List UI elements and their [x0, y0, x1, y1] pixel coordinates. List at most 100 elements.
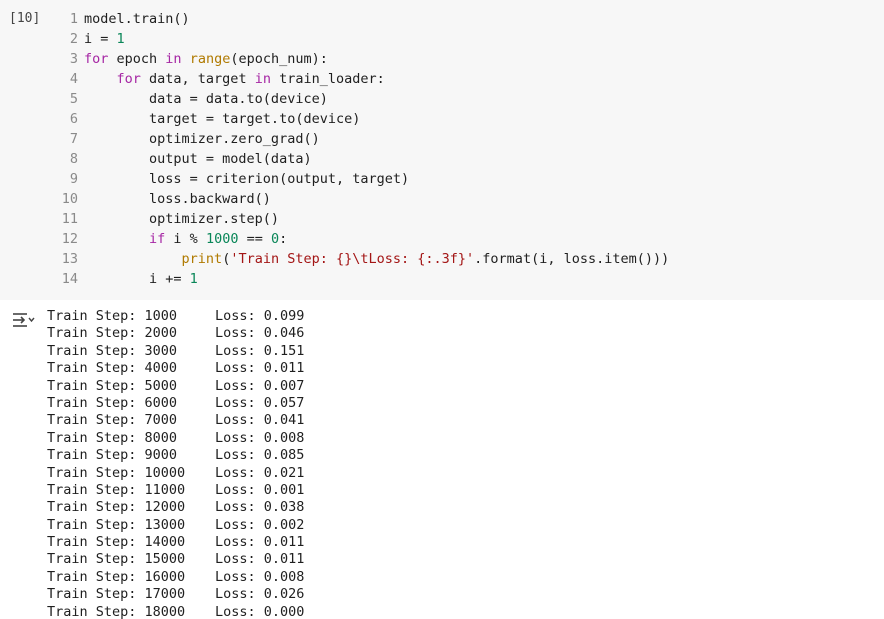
- code-line: 5 data = data.to(device): [54, 89, 669, 109]
- output-text: Train Step: 1000 Loss: 0.099 Train Step: 2…: [47, 308, 304, 619]
- train-step-text: Train Step: 5000: [47, 377, 178, 394]
- loss-text: Loss: 0.008: [215, 568, 305, 585]
- loss-text: Loss: 0.085: [215, 447, 305, 464]
- code-line: 11 optimizer.step(): [54, 209, 669, 229]
- train-step-text: Train Step: 3000: [47, 342, 178, 359]
- code-text: i = 1: [84, 31, 125, 47]
- code-text: data = data.to(device): [84, 91, 328, 107]
- code-line: 14 i += 1: [54, 269, 669, 289]
- loss-text: Loss: 0.038: [215, 499, 305, 516]
- output-line: Train Step: 11000 Loss: 0.001: [47, 482, 304, 499]
- output-line: Train Step: 3000 Loss: 0.151: [47, 343, 304, 360]
- output-line: Train Step: 9000 Loss: 0.085: [47, 447, 304, 464]
- line-number: 11: [61, 211, 78, 227]
- loss-text: Loss: 0.099: [215, 308, 305, 324]
- code-text: if i % 1000 == 0:: [149, 231, 288, 247]
- code-line: 12 if i % 1000 == 0:: [54, 229, 669, 249]
- code-editor[interactable]: [10] 1 model.train() 2 i = 1 3 for epoch in r…: [0, 0, 884, 300]
- line-number: 4: [69, 71, 78, 87]
- line-number: 2: [69, 31, 78, 47]
- output-line: Train Step: 16000 Loss: 0.008: [47, 569, 304, 586]
- code-line: 9 loss = criterion(output, target): [54, 169, 669, 189]
- loss-text: Loss: 0.007: [215, 377, 305, 394]
- code-line: 1 model.train(): [54, 9, 669, 29]
- code-line: 8 output = model(data): [54, 149, 669, 169]
- output-line: Train Step: 12000 Loss: 0.038: [47, 499, 304, 516]
- output-line: Train Step: 10000 Loss: 0.021: [47, 465, 304, 482]
- line-number: 7: [69, 131, 78, 147]
- train-step-text: Train Step: 8000: [47, 429, 178, 446]
- code-line: 10 loss.backward(): [54, 189, 669, 209]
- code-text: for epoch in range(epoch_num):: [84, 51, 328, 67]
- code-text: target = target.to(device): [84, 111, 361, 127]
- output-line: Train Step: 1000 Loss: 0.099: [47, 308, 304, 325]
- code-text: loss.backward(): [84, 191, 271, 207]
- output-toggle-icon[interactable]: [11, 310, 35, 332]
- train-step-text: Train Step: 9000: [47, 447, 178, 464]
- code-line: 3 for epoch in range(epoch_num):: [54, 49, 669, 69]
- output-line: Train Step: 7000 Loss: 0.041: [47, 412, 304, 429]
- train-step-text: Train Step: 17000: [47, 586, 186, 603]
- cell-output: Train Step: 1000 Loss: 0.099 Train Step: 2…: [0, 300, 884, 619]
- train-step-text: Train Step: 12000: [47, 499, 186, 516]
- output-line: Train Step: 18000 Loss: 0.000: [47, 604, 304, 619]
- train-step-text: Train Step: 18000: [47, 603, 186, 619]
- loss-text: Loss: 0.041: [215, 412, 305, 429]
- code-text: print('Train Step: {}\tLoss: {:.3f}'.for…: [181, 251, 670, 267]
- notebook-cell: [10] 1 model.train() 2 i = 1 3 for epoch in r…: [0, 0, 884, 619]
- code-lines: 1 model.train() 2 i = 1 3 for epoch in range(…: [54, 9, 670, 289]
- code-line: 2 i = 1: [54, 29, 669, 49]
- output-line: Train Step: 2000 Loss: 0.046: [47, 325, 304, 342]
- code-text: optimizer.step(): [84, 211, 280, 227]
- line-number: 8: [69, 151, 78, 167]
- line-number: 10: [61, 191, 78, 207]
- output-line: Train Step: 13000 Loss: 0.002: [47, 517, 304, 534]
- code-text: loss = criterion(output, target): [84, 171, 410, 187]
- code-text: i += 1: [84, 271, 198, 287]
- output-line: Train Step: 14000 Loss: 0.011: [47, 534, 304, 551]
- train-step-text: Train Step: 4000: [47, 360, 178, 377]
- train-step-text: Train Step: 11000: [47, 481, 186, 498]
- output-line: Train Step: 8000 Loss: 0.008: [47, 430, 304, 447]
- line-number: 9: [69, 171, 78, 187]
- train-step-text: Train Step: 1000: [47, 308, 178, 324]
- code-text: optimizer.zero_grad(): [84, 131, 320, 147]
- output-line: Train Step: 5000 Loss: 0.007: [47, 378, 304, 395]
- train-step-text: Train Step: 16000: [47, 568, 186, 585]
- loss-text: Loss: 0.000: [215, 603, 305, 619]
- loss-text: Loss: 0.011: [215, 534, 305, 551]
- line-number: 14: [61, 271, 78, 287]
- line-number: 3: [69, 51, 78, 67]
- code-line: 13 print('Train Step: {}\tLoss: {:.3f}'.…: [54, 249, 670, 269]
- train-step-text: Train Step: 15000: [47, 551, 186, 568]
- output-line: Train Step: 6000 Loss: 0.057: [47, 395, 304, 412]
- line-number: 12: [61, 231, 78, 247]
- code-text: for data, target in train_loader:: [116, 71, 385, 87]
- line-number: 13: [61, 251, 78, 267]
- train-step-text: Train Step: 2000: [47, 325, 178, 342]
- loss-text: Loss: 0.151: [215, 342, 305, 359]
- train-step-text: Train Step: 7000: [47, 412, 178, 429]
- loss-text: Loss: 0.001: [215, 481, 305, 498]
- line-number: 6: [69, 111, 78, 127]
- output-line: Train Step: 17000 Loss: 0.026: [47, 586, 304, 603]
- code-text: output = model(data): [84, 151, 312, 167]
- line-number: 5: [69, 91, 78, 107]
- loss-text: Loss: 0.021: [215, 464, 305, 481]
- output-line: Train Step: 4000 Loss: 0.011: [47, 360, 304, 377]
- code-line: 7 optimizer.zero_grad(): [54, 129, 669, 149]
- code-line: 4 for data, target in train_loader:: [54, 69, 669, 89]
- train-step-text: Train Step: 13000: [47, 516, 186, 533]
- loss-text: Loss: 0.026: [215, 586, 305, 603]
- loss-text: Loss: 0.008: [215, 429, 305, 446]
- code-text: model.train(): [84, 11, 190, 27]
- loss-text: Loss: 0.011: [215, 360, 305, 377]
- loss-text: Loss: 0.046: [215, 325, 305, 342]
- loss-text: Loss: 0.057: [215, 394, 305, 411]
- loss-text: Loss: 0.002: [215, 516, 305, 533]
- execution-count: [10]: [9, 11, 41, 26]
- train-step-text: Train Step: 6000: [47, 394, 178, 411]
- train-step-text: Train Step: 10000: [47, 464, 186, 481]
- output-line: Train Step: 15000 Loss: 0.011: [47, 551, 304, 568]
- train-step-text: Train Step: 14000: [47, 534, 186, 551]
